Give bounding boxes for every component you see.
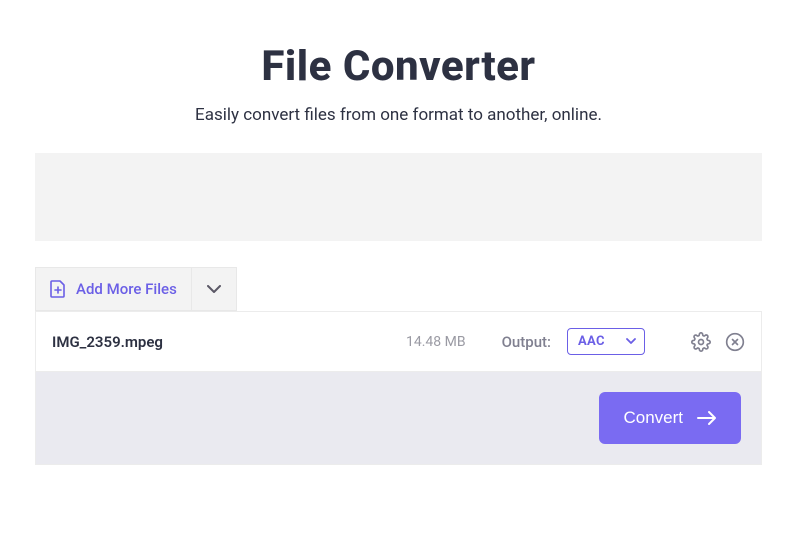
add-more-files-label: Add More Files — [76, 280, 177, 298]
gear-icon — [691, 332, 711, 352]
row-actions — [691, 332, 745, 352]
add-files-dropdown-button[interactable] — [192, 268, 236, 310]
footer-bar: Convert — [35, 371, 762, 465]
add-file-icon — [50, 280, 66, 298]
convert-button[interactable]: Convert — [599, 392, 741, 444]
output-format-value: AAC — [578, 334, 605, 349]
file-size: 14.48 MB — [406, 334, 466, 350]
dropzone-area[interactable] — [35, 153, 762, 241]
toolbar: Add More Files — [35, 267, 762, 311]
add-files-group: Add More Files — [35, 267, 237, 311]
output-label: Output: — [502, 333, 551, 351]
chevron-down-icon — [626, 338, 636, 345]
close-circle-icon — [725, 332, 745, 352]
settings-button[interactable] — [691, 332, 711, 352]
add-more-files-button[interactable]: Add More Files — [36, 268, 192, 310]
convert-button-label: Convert — [623, 408, 683, 428]
chevron-down-icon — [207, 285, 221, 294]
file-list: IMG_2359.mpeg 14.48 MB Output: AAC — [35, 311, 762, 371]
file-name: IMG_2359.mpeg — [52, 333, 352, 351]
page-title: File Converter — [35, 42, 762, 91]
page-subtitle: Easily convert files from one format to … — [35, 105, 762, 125]
remove-file-button[interactable] — [725, 332, 745, 352]
arrow-right-icon — [697, 410, 717, 426]
file-row: IMG_2359.mpeg 14.48 MB Output: AAC — [36, 312, 761, 371]
output-format-select[interactable]: AAC — [567, 328, 645, 355]
